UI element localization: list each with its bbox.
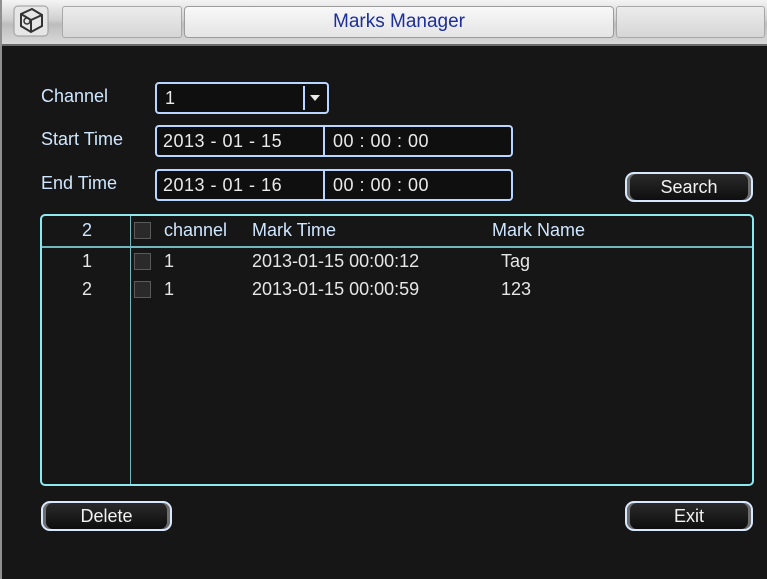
marks-table: 2 channel Mark Time Mark Name 1 1 2013-0… (40, 214, 754, 486)
title-decoration-left (62, 6, 182, 38)
search-button[interactable]: Search (625, 172, 753, 202)
chevron-down-icon[interactable] (303, 86, 325, 110)
window-title: Marks Manager (184, 6, 614, 38)
header-count: 2 (82, 220, 93, 240)
header-channel: channel (164, 220, 228, 240)
channel-label: Channel (41, 86, 109, 106)
start-date-input[interactable]: 2013 - 01 - 15 (157, 127, 325, 155)
row-mark-name: Tag (501, 251, 531, 271)
select-all-checkbox[interactable] (134, 222, 151, 239)
app-logo-icon (12, 4, 50, 38)
end-date-input[interactable]: 2013 - 01 - 16 (157, 171, 325, 199)
header-mark-time: Mark Time (252, 220, 337, 240)
delete-button[interactable]: Delete (41, 501, 172, 531)
channel-select-value: 1 (165, 88, 176, 108)
end-time-field[interactable]: 2013 - 01 - 16 00 : 00 : 00 (155, 169, 513, 201)
row-mark-name: 123 (501, 279, 532, 299)
row-checkbox[interactable] (134, 253, 151, 270)
row-channel: 1 (164, 251, 175, 271)
row-mark-time: 2013-01-15 00:00:12 (252, 251, 420, 271)
start-clock-input[interactable]: 00 : 00 : 00 (325, 131, 429, 152)
row-index: 1 (82, 251, 93, 271)
end-clock-input[interactable]: 00 : 00 : 00 (325, 175, 429, 196)
start-time-label: Start Time (41, 129, 124, 149)
title-bar: Marks Manager (2, 0, 767, 46)
channel-select[interactable]: 1 (155, 82, 329, 114)
header-mark-name: Mark Name (492, 220, 586, 240)
marks-manager-window: Marks Manager Channel 1 Start Time 2013 … (0, 0, 767, 579)
end-time-label: End Time (41, 173, 118, 193)
row-mark-time: 2013-01-15 00:00:59 (252, 279, 420, 299)
column-divider (130, 216, 131, 484)
row-channel: 1 (164, 279, 175, 299)
row-index: 2 (82, 279, 93, 299)
exit-button[interactable]: Exit (625, 501, 753, 531)
row-checkbox[interactable] (134, 281, 151, 298)
title-decoration-right (616, 6, 765, 38)
start-time-field[interactable]: 2013 - 01 - 15 00 : 00 : 00 (155, 125, 513, 157)
